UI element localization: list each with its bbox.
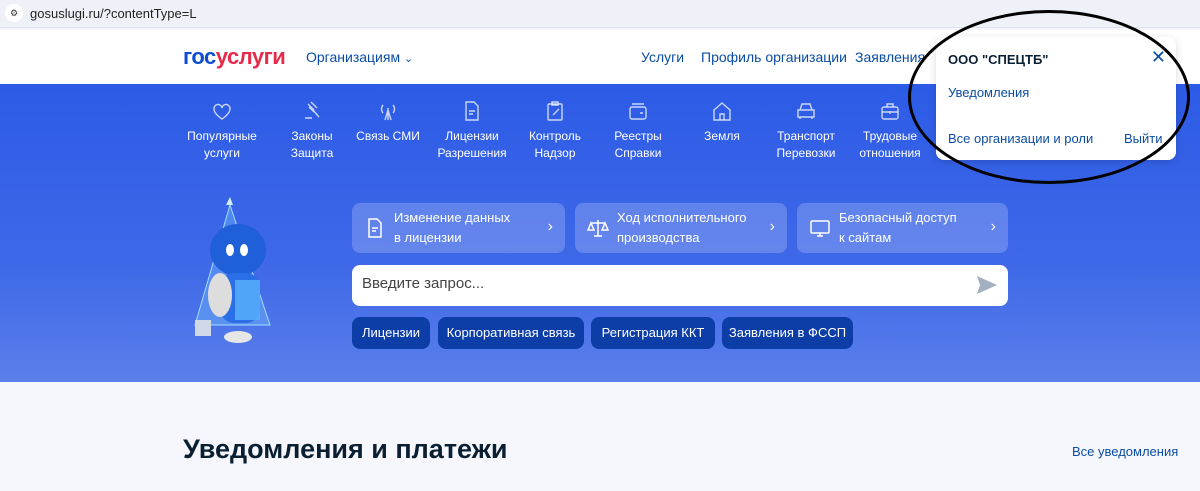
chevron-down-icon: ⌄ [403,53,414,65]
card-enforcement[interactable]: Ход исполнительного производства › [575,203,787,253]
card-license-change[interactable]: Изменение данных в лицензии › [352,203,565,253]
organizations-menu[interactable]: Организациям ⌄ [306,49,413,65]
chip-corporate-communication[interactable]: Корпоративная связь [438,317,584,349]
heart-icon [213,103,231,120]
chevron-right-icon: › [990,218,996,235]
document-icon [368,218,382,238]
category-label: услуги [204,146,240,160]
mascot-robot-illustration [194,197,271,343]
car-icon [797,103,815,119]
category-label: Надзор [534,146,576,160]
category-label: Земля [704,129,740,143]
category-label: отношения [859,146,921,160]
category-label: Контроль [528,129,582,143]
category-5[interactable]: Реестры Справки [593,100,683,162]
category-3[interactable]: Лицензии Разрешения [427,100,517,162]
chip-kkt-registration[interactable]: Регистрация ККТ [591,317,715,349]
logout-link[interactable]: Выйти [1124,131,1163,146]
category-2[interactable]: Связь СМИ [343,100,433,145]
house-icon [713,102,731,121]
gavel-icon [305,101,320,119]
briefcase-icon [881,103,899,120]
card-safe-access[interactable]: Безопасный доступ к сайтам › [797,203,1008,253]
category-8[interactable]: Трудовые отношения [845,100,935,162]
organization-popup: ООО "СПЕЦТБ" ✕ Уведомления Все организац… [936,37,1176,160]
category-label: Лицензии [445,129,499,143]
popup-notifications-link[interactable]: Уведомления [948,85,1029,100]
category-label: Трудовые [862,129,918,143]
chevron-right-icon: › [769,218,775,235]
category-label: Справки [614,146,662,160]
chip-licenses[interactable]: Лицензии [352,317,430,349]
gosuslugi-logo[interactable]: госуслуги [183,44,286,70]
url-text[interactable]: gosuslugi.ru/?contentType=L [30,6,197,21]
all-organizations-link[interactable]: Все организации и роли [948,131,1093,146]
organization-name: ООО "СПЕЦТБ" [948,52,1049,67]
monitor-icon [810,220,830,237]
category-label: Защита [290,146,334,160]
chevron-right-icon: › [547,218,553,235]
category-0[interactable]: Популярные услуги [177,100,267,162]
notifications-section-title: Уведомления и платежи [183,434,508,464]
chip-fssp-applications[interactable]: Заявления в ФССП [722,317,853,349]
document-icon [465,101,479,121]
nav-org-profile[interactable]: Профиль организации [701,49,847,65]
close-icon[interactable]: ✕ [1151,47,1166,68]
category-label: Связь СМИ [356,129,420,143]
all-notifications-link[interactable]: Все уведомления [1072,444,1178,459]
search-input[interactable] [362,275,962,292]
wallet-icon [629,103,647,120]
category-7[interactable]: Транспорт Перевозки [761,100,851,162]
category-label: Популярные [187,129,257,143]
search-box[interactable] [352,265,1008,306]
send-icon[interactable] [976,275,998,295]
scales-icon [587,220,609,237]
site-settings-icon[interactable]: ⚙ [5,4,23,22]
clipboard-icon [547,101,563,121]
browser-address-bar[interactable]: ⚙ gosuslugi.ru/?contentType=L [0,0,1200,28]
category-label: Разрешения [437,146,507,160]
category-label: Транспорт [777,129,835,143]
nav-services[interactable]: Услуги [641,49,684,65]
antenna-icon [380,104,396,121]
category-4[interactable]: Контроль Надзор [510,100,600,162]
category-label: Реестры [614,129,662,143]
category-label: Перевозки [776,146,836,160]
nav-applications[interactable]: Заявления [855,49,925,65]
category-6[interactable]: Земля [677,100,767,145]
